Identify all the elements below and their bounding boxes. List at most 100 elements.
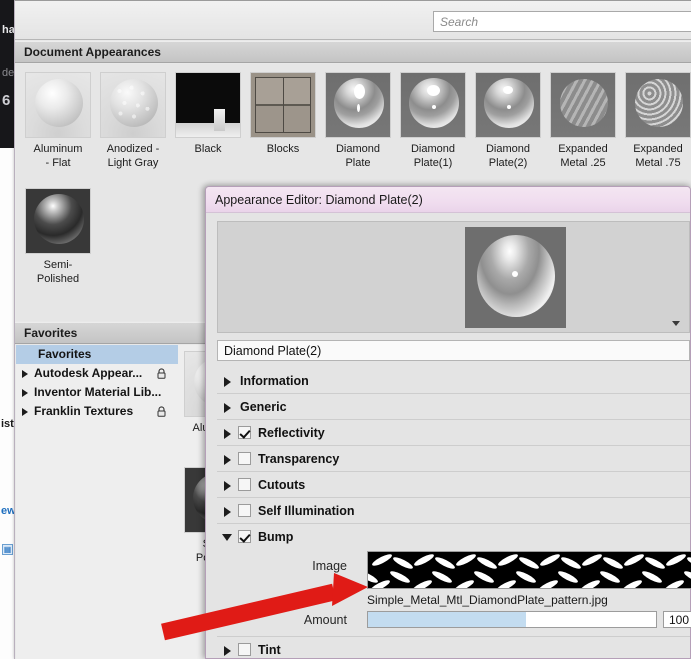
bump-amount-value-input[interactable]: 100	[663, 611, 691, 628]
chevron-right-icon[interactable]	[224, 403, 231, 413]
chevron-right-icon[interactable]	[224, 429, 231, 439]
chevron-down-icon[interactable]	[672, 321, 680, 326]
property-label: Tint	[258, 643, 281, 657]
transparency-checkbox[interactable]	[238, 452, 251, 465]
diamond-plate-texture	[368, 552, 691, 588]
tree-item-franklin-textures[interactable]: Franklin Textures	[16, 402, 178, 421]
property-label: Information	[240, 374, 309, 388]
bump-checkbox[interactable]	[238, 530, 251, 543]
appearance-thumbnail	[100, 72, 166, 138]
bump-amount-slider[interactable]	[367, 611, 657, 628]
tree-item-label: Autodesk Appear...	[34, 366, 143, 380]
chevron-right-icon[interactable]	[224, 507, 231, 517]
tree-item-autodesk-appearance-library[interactable]: Autodesk Appear...	[16, 364, 178, 383]
bump-image-filename[interactable]: Simple_Metal_Mtl_DiamondPlate_pattern.jp…	[367, 593, 608, 607]
appearance-label: Expanded Metal .75	[633, 143, 683, 169]
appearance-item-black[interactable]: Black	[175, 72, 241, 156]
favorites-tree: Favorites Autodesk Appear... Inventor Ma…	[16, 345, 178, 659]
appearance-item-anodized-light-gray[interactable]: Anodized - Light Gray	[100, 72, 166, 170]
specular-dot	[507, 105, 511, 109]
tree-item-label: Inventor Material Lib...	[34, 385, 162, 399]
appearance-thumbnail	[175, 72, 241, 138]
property-label: Self Illumination	[258, 504, 355, 518]
bump-amount-label: Amount	[303, 613, 347, 627]
property-row-tint[interactable]: Tint	[217, 637, 690, 659]
specular-highlight	[503, 86, 513, 94]
appearance-item-diamond-plate-2[interactable]: Diamond Plate(2)	[475, 72, 541, 170]
appearance-label: Expanded Metal .25	[558, 143, 608, 169]
document-appearances-header[interactable]: Document Appearances	[15, 41, 691, 63]
specular-highlight	[427, 85, 440, 96]
specular-dot	[432, 105, 436, 109]
appearance-label: Anodized - Light Gray	[106, 143, 160, 169]
appearance-thumbnail	[625, 72, 691, 138]
appearance-item-diamond-plate[interactable]: Diamond Plate	[325, 72, 391, 170]
preview-specular-dot	[512, 271, 518, 277]
appearance-label: Diamond Plate(1)	[410, 143, 456, 169]
bump-image-thumbnail[interactable]	[367, 551, 691, 589]
property-label: Cutouts	[258, 478, 306, 492]
chevron-right-icon[interactable]	[224, 646, 231, 656]
specular-dot	[357, 104, 360, 112]
appearance-thumbnail	[550, 72, 616, 138]
background-text-fragment-2: de	[2, 67, 15, 79]
property-row-transparency[interactable]: Transparency	[217, 446, 690, 472]
appearance-thumbnail	[250, 72, 316, 138]
appearance-item-semi-polished[interactable]: Semi- Polished	[25, 188, 91, 286]
search-input[interactable]: Search	[433, 11, 691, 32]
appearance-label: Black	[194, 143, 222, 155]
property-row-generic[interactable]: Generic	[217, 394, 690, 420]
property-row-self-illumination[interactable]: Self Illumination	[217, 498, 690, 524]
property-row-reflectivity[interactable]: Reflectivity	[217, 420, 690, 446]
appearance-item-expanded-metal-75[interactable]: Expanded Metal .75	[625, 72, 691, 170]
material-preview-image	[465, 227, 566, 328]
tree-item-label: Franklin Textures	[34, 404, 134, 418]
chevron-right-icon[interactable]	[224, 377, 231, 387]
specular-highlight	[354, 84, 365, 99]
background-small-icon: ▦	[2, 544, 13, 555]
chevron-right-icon[interactable]	[224, 455, 231, 465]
dialog-body: Diamond Plate(2) Information Generic Ref…	[206, 213, 691, 659]
bump-section-content: Image Simple_Metal_Mtl_DiamondPlate_patt…	[217, 547, 691, 637]
tree-item-inventor-material-library[interactable]: Inventor Material Lib...	[16, 383, 178, 402]
property-row-cutouts[interactable]: Cutouts	[217, 472, 690, 498]
lock-icon	[156, 368, 167, 379]
property-label: Bump	[258, 530, 294, 544]
chevron-right-icon[interactable]	[22, 408, 28, 416]
screenshot-root: ha de 6 ist ew ▦ Search Document Appeara…	[0, 0, 691, 659]
bump-image-label: Image	[312, 559, 347, 573]
tint-checkbox[interactable]	[238, 643, 251, 656]
appearance-label: Blocks	[266, 143, 300, 155]
appearance-thumbnail	[400, 72, 466, 138]
appearance-item-blocks[interactable]: Blocks	[250, 72, 316, 156]
appearance-thumbnail	[25, 188, 91, 254]
tree-item-label: Favorites	[38, 347, 92, 361]
appearance-thumbnail	[325, 72, 391, 138]
appearance-thumbnail	[25, 72, 91, 138]
appearance-item-aluminum-flat[interactable]: Aluminum - Flat	[25, 72, 91, 170]
appearance-label: Diamond Plate(2)	[485, 143, 531, 169]
lock-icon	[156, 406, 167, 417]
bump-amount-slider-fill	[368, 612, 527, 627]
background-text-fragment-3: 6	[2, 92, 11, 109]
appearance-editor-dialog: Appearance Editor: Diamond Plate(2) Diam…	[205, 186, 691, 659]
tree-item-favorites[interactable]: Favorites	[16, 345, 178, 364]
property-label: Transparency	[258, 452, 340, 466]
property-label: Generic	[240, 400, 287, 414]
material-preview-pane[interactable]	[217, 221, 690, 333]
background-text-fragment-list: ist	[1, 418, 14, 430]
property-row-information[interactable]: Information	[217, 368, 690, 394]
cutouts-checkbox[interactable]	[238, 478, 251, 491]
self-illumination-checkbox[interactable]	[238, 504, 251, 517]
appearance-label: Aluminum - Flat	[33, 143, 83, 169]
reflectivity-checkbox[interactable]	[238, 426, 251, 439]
material-name-input[interactable]: Diamond Plate(2)	[217, 340, 690, 361]
chevron-down-icon[interactable]	[222, 534, 232, 541]
appearance-item-expanded-metal-25[interactable]: Expanded Metal .25	[550, 72, 616, 170]
chevron-right-icon[interactable]	[22, 370, 28, 378]
appearance-thumbnail	[475, 72, 541, 138]
chevron-right-icon[interactable]	[22, 389, 28, 397]
appearance-item-diamond-plate-1[interactable]: Diamond Plate(1)	[400, 72, 466, 170]
chevron-right-icon[interactable]	[224, 481, 231, 491]
appearance-label: Diamond Plate	[335, 143, 381, 169]
